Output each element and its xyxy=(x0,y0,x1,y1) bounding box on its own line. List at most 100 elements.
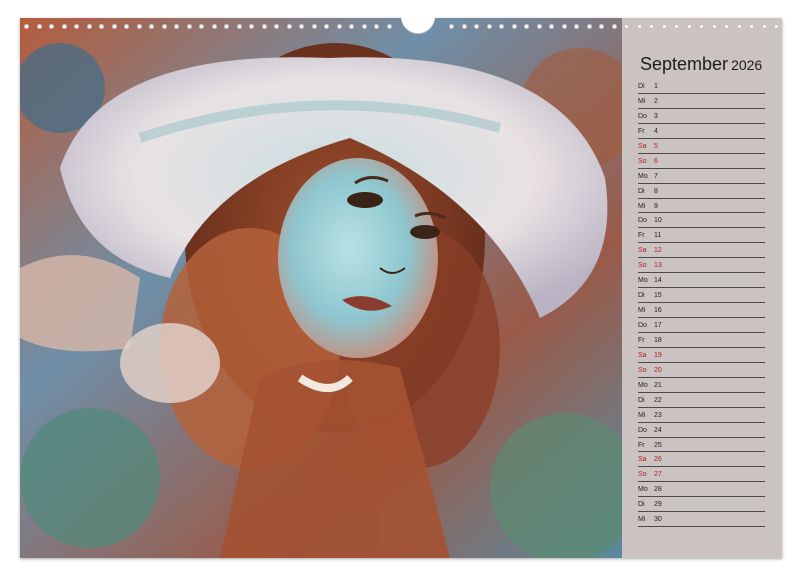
binding-hole xyxy=(524,24,529,29)
weekday-label: Do xyxy=(638,217,647,225)
month-name: September xyxy=(640,54,729,74)
wire-binding xyxy=(20,12,782,34)
weekday-label: Do xyxy=(638,322,647,329)
day-number: 11 xyxy=(654,232,662,240)
day-row: Sa 19 xyxy=(638,348,765,363)
binding-hole xyxy=(24,24,29,29)
day-number: 20 xyxy=(654,366,662,374)
binding-hole xyxy=(561,24,567,29)
binding-hole xyxy=(99,24,104,29)
year-label: 2026 xyxy=(731,57,763,73)
binding-hole xyxy=(749,24,754,29)
hanger-notch xyxy=(401,12,435,34)
binding-hole xyxy=(124,24,129,29)
day-row: Fr 25 xyxy=(638,438,765,453)
binding-hole xyxy=(349,24,354,29)
binding-hole xyxy=(461,24,467,29)
binding-hole xyxy=(161,24,167,29)
binding-hole xyxy=(111,24,117,29)
binding-hole xyxy=(374,24,379,29)
binding-hole xyxy=(149,24,154,29)
day-row: Do 3 xyxy=(638,109,765,124)
day-row: Mi 2 xyxy=(638,94,765,109)
day-row: Di 1 xyxy=(638,79,765,94)
day-row: Di 29 xyxy=(638,497,765,513)
weekday-label: So xyxy=(638,471,647,479)
day-row: Mo 28 xyxy=(638,482,765,498)
day-row: Mo 21 xyxy=(638,378,765,393)
binding-hole xyxy=(674,24,679,29)
day-row: Di 22 xyxy=(638,393,765,408)
day-row: So 6 xyxy=(638,154,765,169)
day-row: Fr 18 xyxy=(638,333,765,348)
binding-hole xyxy=(286,24,292,29)
binding-hole xyxy=(649,24,654,29)
binding-hole xyxy=(599,24,604,29)
day-row: So 27 xyxy=(638,467,765,483)
day-number: 10 xyxy=(654,217,662,225)
day-row: Mi 9 xyxy=(638,199,765,214)
weekday-label: Mi xyxy=(638,411,646,419)
day-number: 19 xyxy=(654,351,662,359)
weekday-label: Fr xyxy=(638,336,645,344)
weekday-label: Di xyxy=(638,187,645,195)
day-number: 22 xyxy=(654,396,662,404)
weekday-label: Mi xyxy=(638,307,646,315)
day-number: 6 xyxy=(654,157,658,165)
weekday-label: Mi xyxy=(638,202,646,210)
binding-hole xyxy=(774,24,779,29)
day-number: 5 xyxy=(654,142,658,150)
day-row: Mo 14 xyxy=(638,273,765,289)
binding-hole xyxy=(299,24,304,29)
binding-hole xyxy=(61,24,67,29)
day-number: 3 xyxy=(654,112,658,120)
day-number: 30 xyxy=(654,516,662,524)
day-number: 25 xyxy=(654,441,662,449)
day-list: Di 1 Mi 2 Do 3 Fr 4 Sa 5 So 6 Mo 7 Di 8 Mi 9 Do 10 Fr 11 Sa 12 S… xyxy=(638,79,765,528)
weekday-label: Di xyxy=(638,292,645,300)
day-number: 2 xyxy=(654,97,658,105)
portrait-painting-icon xyxy=(20,18,622,558)
weekday-label: So xyxy=(638,157,647,165)
binding-hole xyxy=(474,24,479,29)
weekday-label: Fr xyxy=(638,441,645,449)
binding-hole xyxy=(36,24,42,29)
weekday-label: Mo xyxy=(638,172,648,180)
day-row: Mi 30 xyxy=(638,512,765,528)
binding-hole xyxy=(136,24,142,29)
weekday-label: Di xyxy=(638,83,645,90)
binding-hole xyxy=(536,24,542,29)
month-title: September 2026 xyxy=(640,54,762,75)
binding-hole xyxy=(611,24,617,29)
day-row: Fr 4 xyxy=(638,124,765,139)
binding-hole xyxy=(636,24,642,29)
month-panel: September 2026 Di 1 Mi 2 Do 3 Fr 4 Sa 5 So 6 Mo 7 Di 8 Mi… xyxy=(622,18,782,558)
binding-hole xyxy=(49,24,54,29)
day-row: Fr 11 xyxy=(638,228,765,244)
day-number: 15 xyxy=(654,292,662,300)
weekday-label: Mo xyxy=(638,486,648,494)
weekday-label: Di xyxy=(638,501,645,509)
day-number: 23 xyxy=(654,411,662,419)
day-number: 9 xyxy=(654,202,658,210)
binding-hole xyxy=(324,24,329,29)
binding-hole xyxy=(86,24,92,29)
binding-hole xyxy=(624,24,629,29)
day-row: Do 17 xyxy=(638,318,765,333)
binding-hole xyxy=(336,24,342,29)
binding-hole xyxy=(549,24,554,29)
day-row: Mo 7 xyxy=(638,169,765,184)
day-number: 4 xyxy=(654,127,658,135)
portrait-artwork xyxy=(20,18,622,558)
binding-hole xyxy=(724,24,729,29)
day-row: Mi 23 xyxy=(638,408,765,423)
day-number: 7 xyxy=(654,172,658,180)
binding-hole xyxy=(486,24,492,29)
binding-hole xyxy=(449,24,454,29)
binding-hole xyxy=(261,24,267,29)
binding-hole xyxy=(574,24,579,29)
binding-hole xyxy=(661,24,667,29)
day-number: 26 xyxy=(654,456,662,464)
binding-hole xyxy=(361,24,367,29)
day-row: So 20 xyxy=(638,363,765,378)
